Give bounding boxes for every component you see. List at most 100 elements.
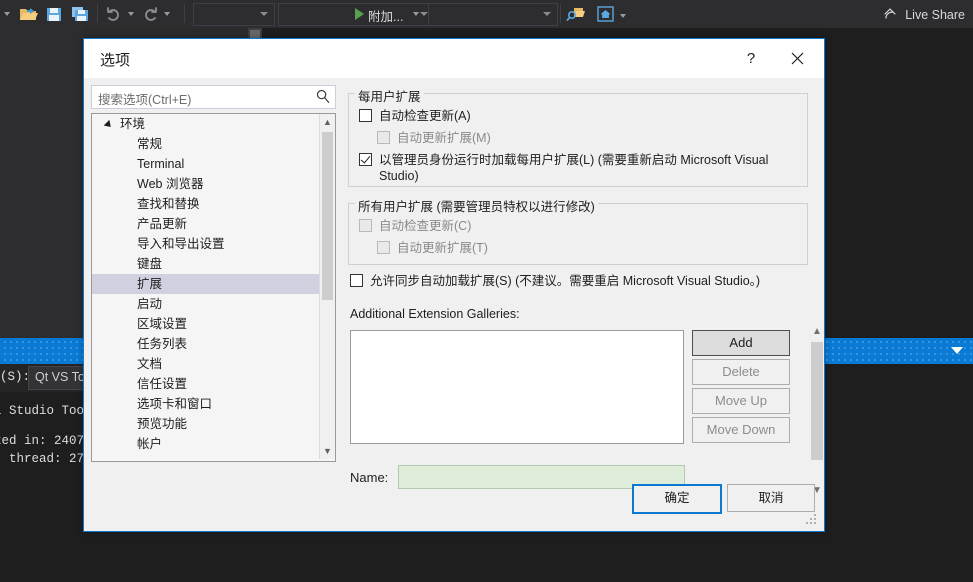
tree-item-label: 启动: [137, 297, 163, 311]
tree-item-12[interactable]: 信任设置: [92, 374, 319, 394]
auto-update-extensions-per-user-checkbox[interactable]: [377, 131, 390, 144]
per-user-group-legend: 每用户扩展: [355, 86, 424, 105]
toolbar-overflow-caret[interactable]: [4, 12, 10, 16]
vs-output-combo-label: (S):: [0, 370, 31, 384]
tree-item-label: 预览功能: [137, 417, 188, 431]
tree-item-0[interactable]: 常规: [92, 134, 319, 154]
toolbar-separator-1: [97, 4, 98, 23]
screen: (S): Qt VS To l Studio Tools zed in: 240…: [0, 0, 973, 582]
tree-item-1[interactable]: Terminal: [92, 154, 319, 174]
load-per-user-as-admin-checkbox[interactable]: [359, 153, 372, 166]
expand-arrow-icon[interactable]: [103, 119, 114, 130]
vs-toolbar: 附加... Live Share: [0, 0, 973, 28]
tree-item-label: 环境: [120, 117, 146, 131]
chevron-down-icon: [543, 12, 551, 16]
tree-item-10[interactable]: 任务列表: [92, 334, 319, 354]
tree-item-label: 信任设置: [137, 377, 188, 391]
options-category-tree[interactable]: 环境常规 Terminal Web 浏览器 查找和替换产品更新导入和导出设置 键盘扩展启…: [91, 113, 336, 462]
scroll-up-icon[interactable]: ▲: [320, 114, 335, 130]
chevron-down-icon: [420, 12, 428, 16]
move-down-gallery-button[interactable]: Move Down: [692, 417, 790, 443]
cancel-button[interactable]: 取消: [727, 484, 815, 512]
tree-item-3[interactable]: 查找和替换: [92, 194, 319, 214]
tree-item-5[interactable]: 导入和导出设置: [92, 234, 319, 254]
toolbar-separator-3: [560, 4, 561, 23]
home-icon[interactable]: [596, 4, 616, 24]
help-button[interactable]: ?: [738, 48, 764, 70]
additional-galleries-label: Additional Extension Galleries:: [350, 307, 520, 321]
auto-update-extensions-per-user-label: 自动更新扩展(M): [397, 131, 491, 145]
tree-item-label: Web 浏览器: [137, 177, 204, 191]
auto-check-updates-all-users-label: 自动检查更新(C): [379, 219, 472, 233]
tree-item-label: 常规: [137, 137, 163, 151]
ok-button[interactable]: 确定: [632, 484, 722, 514]
tree-item-14[interactable]: 预览功能: [92, 414, 319, 434]
tree-item-root[interactable]: 环境: [92, 114, 319, 134]
delete-gallery-button[interactable]: Delete: [692, 359, 790, 385]
search-folder-icon[interactable]: [566, 4, 586, 24]
tree-item-label: 帐户: [137, 437, 163, 451]
toolbar-combo-3[interactable]: [428, 3, 558, 26]
load-per-user-as-admin-label: 以管理员身份运行时加载每用户扩展(L) (需要重新启动 Microsoft Vi…: [379, 153, 769, 183]
tree-item-label: 导入和导出设置: [137, 237, 225, 251]
search-icon[interactable]: [316, 89, 330, 109]
tree-item-13[interactable]: 选项卡和窗口: [92, 394, 319, 414]
tree-item-7[interactable]: 扩展: [92, 274, 319, 294]
scroll-down-icon[interactable]: ▼: [320, 443, 335, 459]
move-up-gallery-button[interactable]: Move Up: [692, 388, 790, 414]
auto-check-updates-all-users-checkbox[interactable]: [359, 219, 372, 232]
tree-item-11[interactable]: 文档: [92, 354, 319, 374]
toolbar-overflow-caret-2[interactable]: [620, 14, 626, 18]
options-detail-pane: 每用户扩展 自动检查更新(A) 自动更新扩展(M) 以管理员身份运行时加载每用户…: [348, 85, 808, 489]
auto-update-extensions-all-users-checkbox[interactable]: [377, 241, 390, 254]
auto-check-updates-per-user-label: 自动检查更新(A): [379, 109, 471, 123]
detail-pane-scrollbar[interactable]: ▲ ▼: [809, 324, 825, 499]
undo-icon[interactable]: [104, 4, 124, 24]
save-all-icon[interactable]: [70, 4, 90, 24]
chevron-down-icon[interactable]: [951, 347, 963, 354]
tree-item-label: 查找和替换: [137, 197, 200, 211]
attach-label[interactable]: 附加...: [368, 6, 403, 25]
per-user-extensions-group: 每用户扩展 自动检查更新(A) 自动更新扩展(M) 以管理员身份运行时加载每用户…: [348, 86, 808, 187]
live-share-button[interactable]: Live Share: [884, 5, 965, 24]
tree-items-container: 环境常规 Terminal Web 浏览器 查找和替换产品更新导入和导出设置 键盘扩展启…: [92, 114, 319, 454]
tree-item-9[interactable]: 区域设置: [92, 314, 319, 334]
redo-dropdown-caret[interactable]: [164, 12, 170, 16]
save-icon[interactable]: [44, 4, 64, 24]
tree-item-2[interactable]: Web 浏览器: [92, 174, 319, 194]
all-users-extensions-group: 所有用户扩展 (需要管理员特权以进行修改) 自动检查更新(C) 自动更新扩展(T…: [348, 196, 808, 265]
live-share-icon: [884, 5, 900, 24]
tree-scrollbar[interactable]: ▲ ▼: [319, 114, 335, 459]
close-button[interactable]: [784, 48, 810, 70]
tree-item-6[interactable]: 键盘: [92, 254, 319, 274]
add-gallery-button[interactable]: Add: [692, 330, 790, 356]
tree-item-8[interactable]: 启动: [92, 294, 319, 314]
dialog-title: 选项: [100, 52, 131, 69]
auto-update-extensions-all-users-label: 自动更新扩展(T): [397, 241, 488, 255]
tree-item-label: 键盘: [137, 257, 163, 271]
close-icon: [791, 52, 803, 65]
redo-icon[interactable]: [140, 4, 160, 24]
toolbar-separator-2: [184, 4, 185, 23]
name-label: Name:: [350, 470, 389, 485]
detail-pane-scrollbar-thumb[interactable]: [811, 342, 823, 460]
resize-grip[interactable]: [806, 514, 818, 526]
start-debug-icon[interactable]: [352, 4, 366, 24]
tree-item-label: 任务列表: [137, 337, 188, 351]
tree-item-label: 产品更新: [137, 217, 188, 231]
tree-item-4[interactable]: 产品更新: [92, 214, 319, 234]
toolbar-combo-1[interactable]: [193, 3, 275, 26]
tree-item-label: 扩展: [137, 277, 163, 291]
additional-galleries-section: Additional Extension Galleries: Add Dele…: [350, 307, 806, 497]
allow-sync-autoload-checkbox[interactable]: [350, 274, 363, 287]
tree-item-15[interactable]: 帐户: [92, 434, 319, 454]
scroll-up-icon[interactable]: ▲: [809, 324, 825, 340]
tree-scrollbar-thumb[interactable]: [322, 132, 333, 300]
galleries-listbox[interactable]: [350, 330, 684, 444]
open-folder-icon[interactable]: [18, 4, 38, 24]
auto-check-updates-per-user-checkbox[interactable]: [359, 109, 372, 122]
attach-dropdown-caret[interactable]: [413, 12, 419, 16]
search-input[interactable]: 搜索选项(Ctrl+E): [91, 85, 336, 109]
undo-dropdown-caret[interactable]: [128, 12, 134, 16]
chevron-down-icon: [260, 12, 268, 16]
